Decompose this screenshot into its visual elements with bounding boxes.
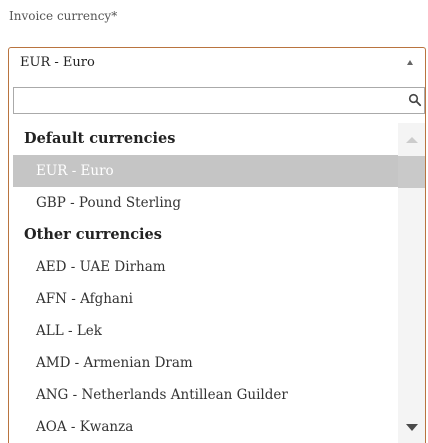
scroll-down-arrow-icon[interactable]	[406, 424, 418, 431]
chevron-up-icon[interactable]	[407, 60, 413, 65]
currency-option-all[interactable]: ALL - Lek	[13, 315, 398, 347]
search-icon	[408, 93, 422, 107]
invoice-currency-label: Invoice currency*	[9, 9, 118, 23]
currency-option-eur[interactable]: EUR - Euro	[13, 155, 398, 187]
currency-option-gbp[interactable]: GBP - Pound Sterling	[13, 187, 398, 219]
group-label-other-currencies: Other currencies	[24, 226, 162, 243]
scroll-up-arrow-icon[interactable]	[406, 137, 418, 143]
currency-option-ang[interactable]: ANG - Netherlands Antillean Guilder	[13, 379, 398, 411]
currency-search-box[interactable]	[13, 87, 425, 114]
scrollbar-thumb[interactable]	[398, 156, 425, 188]
invoice-currency-select[interactable]: EUR - Euro	[8, 47, 426, 77]
currency-option-aed[interactable]: AED - UAE Dirham	[13, 251, 398, 283]
currency-option-aoa[interactable]: AOA - Kwanza	[13, 411, 398, 443]
currency-options-list: Default currencies EUR - Euro GBP - Poun…	[13, 123, 398, 443]
currency-option-amd[interactable]: AMD - Armenian Dram	[13, 347, 398, 379]
selected-currency-value: EUR - Euro	[20, 55, 95, 70]
currency-dropdown: Default currencies EUR - Euro GBP - Poun…	[8, 76, 426, 443]
currency-search-input[interactable]	[14, 88, 399, 113]
currency-option-afn[interactable]: AFN - Afghani	[13, 283, 398, 315]
group-label-default-currencies: Default currencies	[24, 130, 176, 147]
list-scrollbar[interactable]	[398, 123, 425, 443]
